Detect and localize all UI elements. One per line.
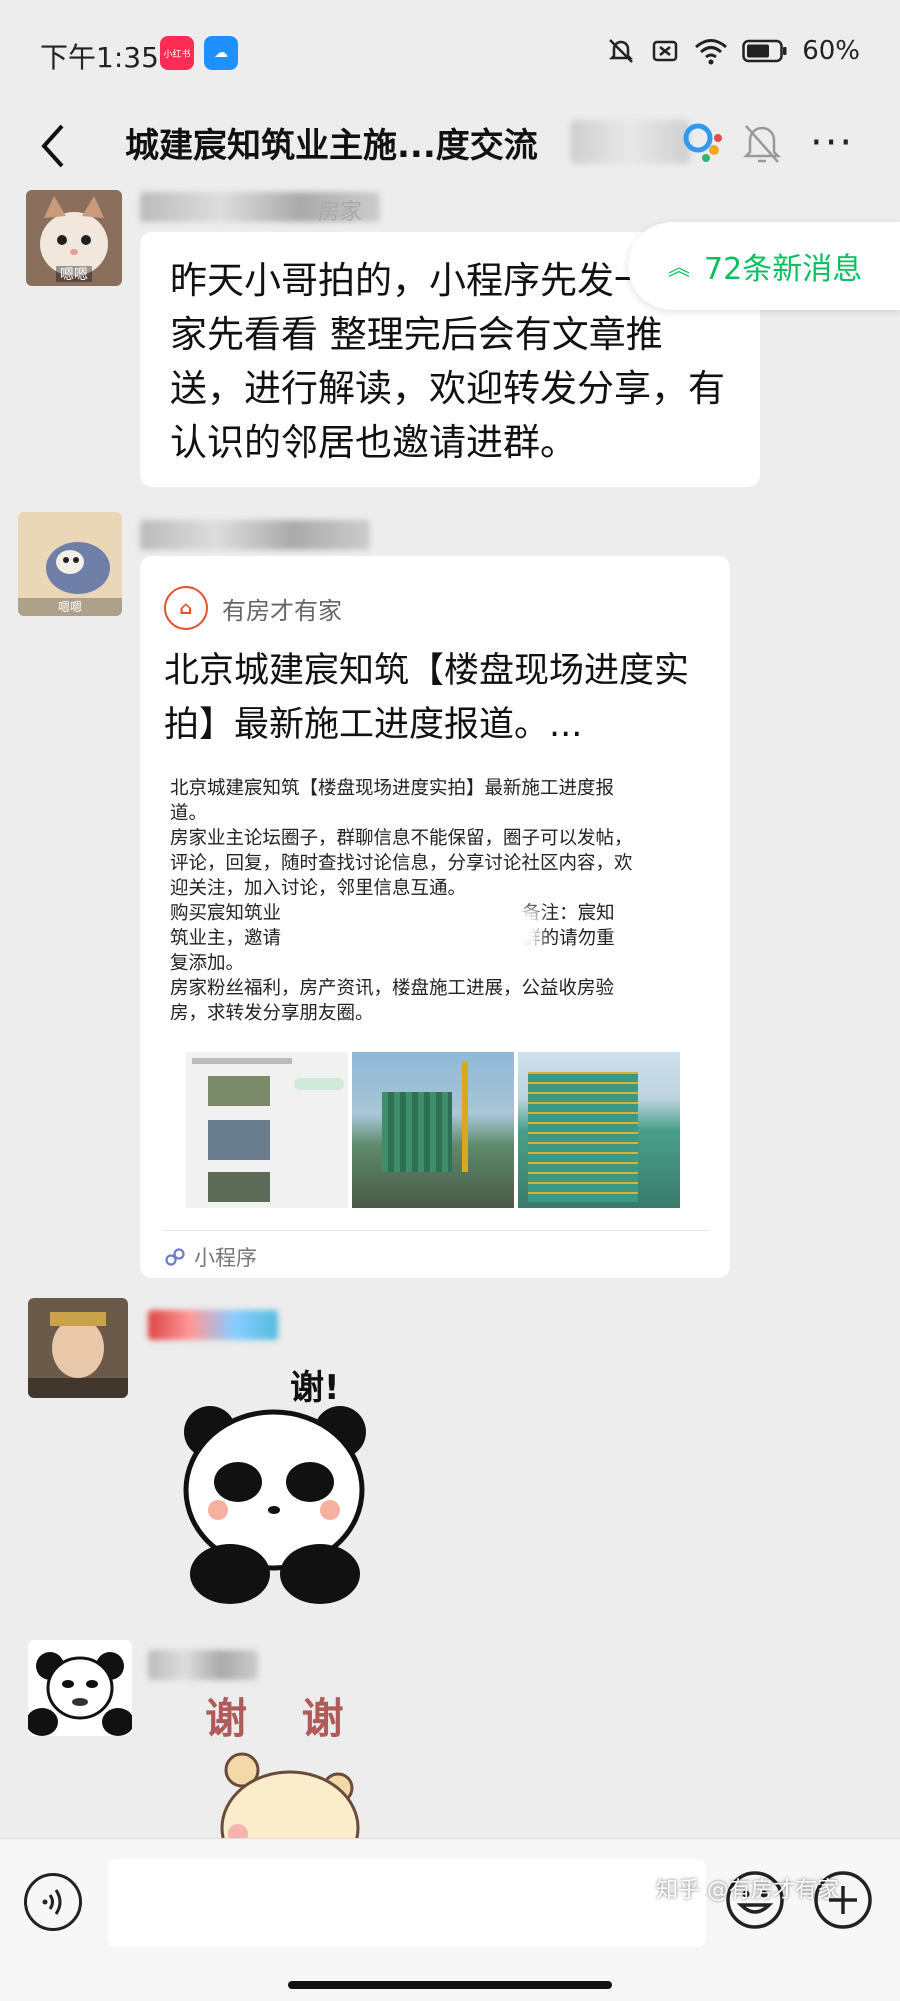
sticker-text: 谢 谢 <box>205 1694 364 1743</box>
sticker-text: 谢! <box>290 1368 340 1408</box>
card-footer: 小程序 <box>164 1242 257 1272</box>
hamster-sticker-icon <box>220 1752 360 1838</box>
back-arrow-icon[interactable] <box>30 116 80 176</box>
chat-title: 城建宸知筑业主施...度交流 <box>125 126 538 166</box>
mini-program-card[interactable]: ⌂ 有房才有家 北京城建宸知筑【楼盘现场进度实拍】最新施工进度报道。... 北京… <box>140 556 730 1278</box>
xiaohongshu-notification-icon: 小红书 <box>160 36 194 70</box>
preview-line: 房，求转发分享朋友圈。 <box>170 1003 374 1024</box>
wifi-icon <box>695 39 728 65</box>
thumbnail-chat-screenshot <box>186 1052 348 1208</box>
double-chevron-up-icon: ︽ <box>668 256 691 281</box>
voice-input-icon[interactable] <box>24 1873 82 1931</box>
new-messages-button[interactable]: ︽ 72条新消息 <box>628 222 900 310</box>
card-title: 北京城建宸知筑【楼盘现场进度实拍】最新施工进度报道。... <box>164 651 690 745</box>
message-input[interactable] <box>108 1859 706 1947</box>
app-notification-icon: ☁ <box>204 36 238 70</box>
zhihu-watermark: 知乎 @有房才有家 <box>656 1878 839 1903</box>
avatar[interactable]: 嗯嗯 <box>26 190 122 286</box>
home-indicator <box>288 1981 612 1989</box>
hamster-sticker[interactable] <box>210 1748 370 1838</box>
mini-program-icon <box>165 1248 185 1266</box>
status-bar: 下午1:35 小红书 ☁ 60% <box>0 0 900 100</box>
house-logo-icon: ⌂ <box>164 586 208 630</box>
preview-line: 迎关注，加入讨论，邻里信息互通。 <box>170 878 467 899</box>
battery-icon <box>742 39 787 63</box>
thumbnail-construction-site <box>352 1052 514 1208</box>
costume-avatar-icon <box>28 1298 128 1398</box>
new-messages-label: 72条新消息 <box>704 252 863 287</box>
chat-title-bar: 城建宸知筑业主施...度交流 ··· <box>0 100 900 190</box>
card-divider <box>164 1230 708 1231</box>
preview-line: 房家粉丝福利，房产资讯，楼盘施工进展，公益收房验 <box>170 978 615 999</box>
avatar[interactable] <box>28 1640 132 1736</box>
panda-sticker[interactable]: 谢! <box>170 1360 400 1610</box>
battery-percent: 60% <box>802 36 860 66</box>
wecom-badge-icon <box>683 123 722 162</box>
sender-name-redacted <box>140 520 370 550</box>
sender-name-redacted <box>148 1650 258 1680</box>
panda-meme-avatar-icon <box>28 1640 132 1736</box>
preview-line: 复添加。 <box>170 953 245 974</box>
more-options-icon[interactable]: ··· <box>810 120 854 166</box>
card-source-name: 有房才有家 <box>222 596 342 625</box>
status-icons: 60% <box>606 36 860 66</box>
avatar-caption: 嗯嗯 <box>57 600 82 614</box>
sender-name-redacted <box>148 1310 278 1340</box>
avatar-caption: 嗯嗯 <box>60 267 88 283</box>
sender-name-suffix: 房家 <box>318 200 363 225</box>
muted-bell-icon <box>742 125 782 163</box>
preview-line: 房家业主论坛圈子，群聊信息不能保留，圈子可以发帖， <box>170 828 633 849</box>
preview-line: 评论，回复，随时查找讨论信息，分享讨论社区内容，欢 <box>170 853 633 874</box>
thumbnail-building-scaffold <box>518 1052 680 1208</box>
avatar[interactable]: 嗯嗯 <box>18 512 122 616</box>
preview-line: 道。 <box>170 803 208 824</box>
no-sim-icon <box>652 40 678 62</box>
card-source: ⌂ 有房才有家 <box>164 586 342 630</box>
redacted-title-part <box>570 120 690 164</box>
status-time: 下午1:35 <box>40 41 159 74</box>
preview-line: 北京城建宸知筑【楼盘现场进度实拍】最新施工进度报 <box>170 778 615 799</box>
panda-thanks-sticker-icon <box>183 1406 366 1604</box>
mute-bell-icon <box>609 39 634 63</box>
card-footer-label: 小程序 <box>194 1246 257 1270</box>
chat-input-bar <box>0 1838 900 2001</box>
card-thumbnails <box>186 1052 680 1208</box>
redacted-preview-block <box>290 908 540 952</box>
avatar[interactable] <box>28 1298 128 1398</box>
